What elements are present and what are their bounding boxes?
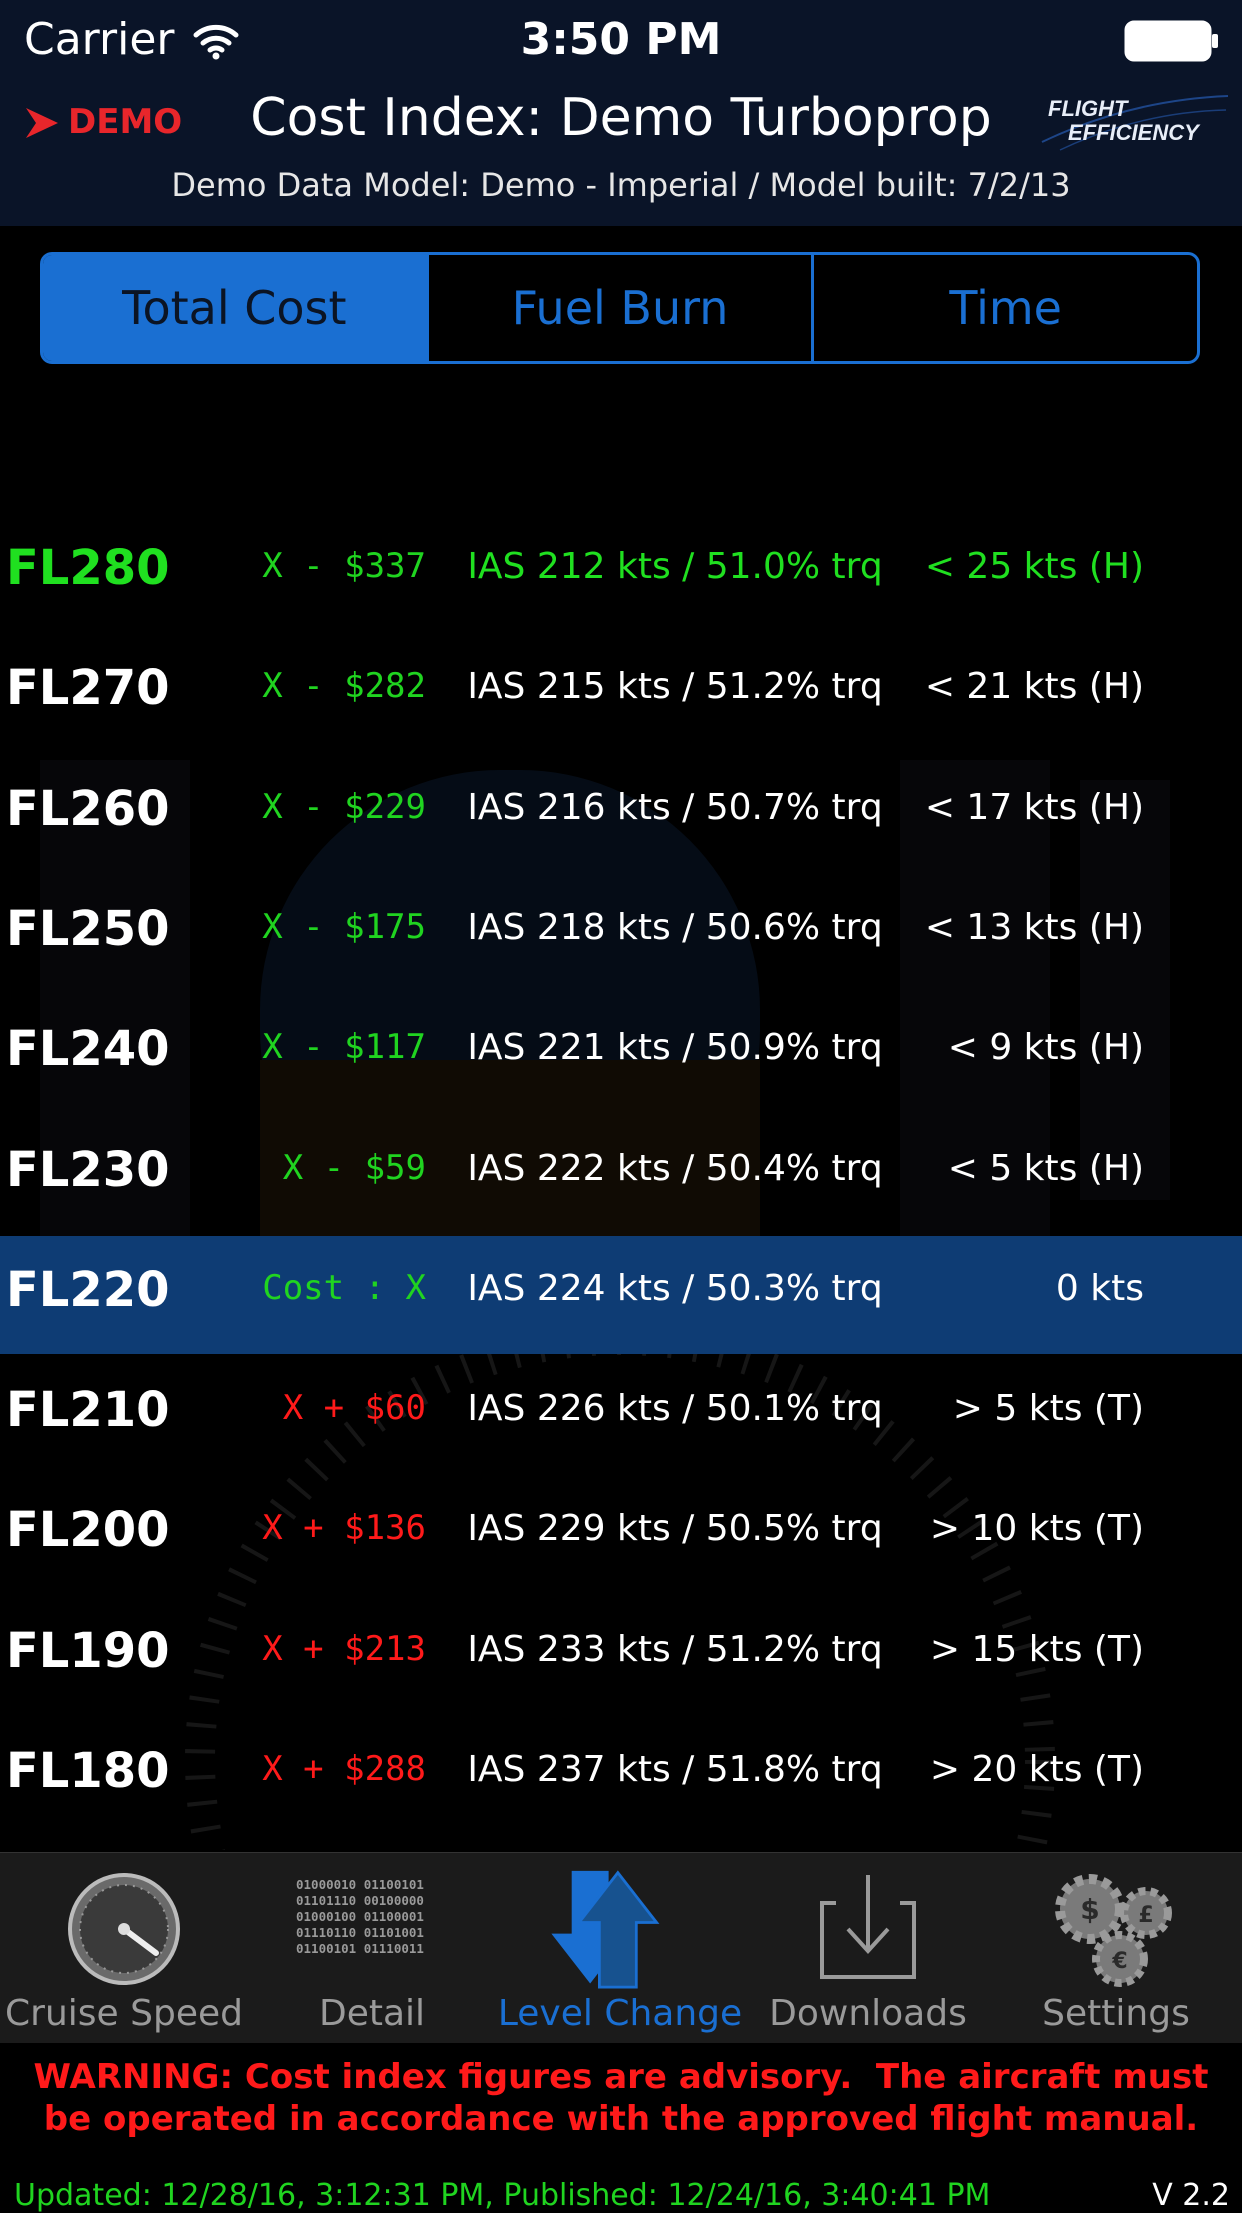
currency-gears-icon: $ £ € xyxy=(1055,1874,1172,1987)
flight-level-label: FL260 xyxy=(6,780,170,837)
cost-delta: X + $60 xyxy=(282,1388,426,1429)
binary-line: 01100101 01110011 xyxy=(296,1941,424,1956)
tab-settings[interactable]: $ £ € Settings xyxy=(992,1853,1240,2043)
wind-breakeven: > 10 kts (T) xyxy=(929,1508,1144,1550)
tab-downloads[interactable]: Downloads xyxy=(744,1853,992,2043)
wind-breakeven: < 21 kts (H) xyxy=(924,666,1144,708)
metric-segmented-control: Total Cost Fuel Burn Time xyxy=(40,252,1200,364)
flight-level-label: FL250 xyxy=(6,900,170,957)
flight-level-row[interactable]: FL280 X - $337 IAS 212 kts / 51.0% trq < 25… xyxy=(0,514,1242,632)
warning-line-2: be operated in accordance with the appro… xyxy=(43,2099,1199,2139)
model-subtitle: Demo Data Model: Demo - Imperial / Model… xyxy=(171,166,1071,204)
svg-text:$: $ xyxy=(1080,1893,1099,1926)
tab-label-detail: Detail xyxy=(318,1993,426,2034)
flight-level-row[interactable]: FL210 X + $60 IAS 226 kts / 50.1% trq > 5 k… xyxy=(0,1356,1242,1474)
download-tray-icon xyxy=(820,1875,916,1979)
flight-level-label: FL230 xyxy=(6,1141,170,1198)
wind-breakeven: < 17 kts (H) xyxy=(924,786,1144,828)
ias-torque: IAS 226 kts / 50.1% trq xyxy=(467,1388,883,1430)
flight-level-row[interactable]: FL220 Cost : X IAS 224 kts / 50.3% trq 0 kt… xyxy=(0,1235,1242,1354)
wind-breakeven: < 5 kts (H) xyxy=(947,1147,1144,1189)
cost-delta: X - $229 xyxy=(262,786,426,827)
wind-breakeven: > 15 kts (T) xyxy=(929,1628,1144,1670)
ias-torque: IAS 221 kts / 50.9% trq xyxy=(467,1027,883,1069)
speed-gauge-icon xyxy=(68,1873,180,1985)
flight-level-row[interactable]: FL240 X - $117 IAS 221 kts / 50.9% trq < 9 … xyxy=(0,995,1242,1113)
cost-delta: Cost : X xyxy=(262,1267,426,1308)
brand-line2: EFFICIENCY xyxy=(1068,120,1199,145)
level-change-arrows-icon xyxy=(551,1870,660,1989)
flight-level-row[interactable]: FL230 X - $59 IAS 222 kts / 50.4% trq < 5 k… xyxy=(0,1116,1242,1234)
ias-torque: IAS 233 kts / 51.2% trq xyxy=(467,1628,883,1670)
cost-delta: X - $282 xyxy=(262,666,426,707)
cost-delta: X - $59 xyxy=(282,1147,426,1188)
ias-torque: IAS 218 kts / 50.6% trq xyxy=(467,906,883,948)
warning-line-1: WARNING: Cost index figures are advisory… xyxy=(33,2057,1209,2097)
svg-text:£: £ xyxy=(1138,1903,1153,1928)
flight-level-label: FL240 xyxy=(6,1021,170,1078)
tab-label-downloads: Downloads xyxy=(769,1993,967,2034)
ias-torque: IAS 229 kts / 50.5% trq xyxy=(467,1508,883,1550)
wind-breakeven: > 5 kts (T) xyxy=(952,1388,1144,1430)
tab-label-cruise-speed: Cruise Speed xyxy=(5,1993,243,2034)
brand-logo: FLIGHT EFFICIENCY xyxy=(1040,92,1230,154)
svg-text:€: € xyxy=(1111,1949,1127,1974)
cost-delta: X + $136 xyxy=(262,1508,426,1549)
flight-level-row[interactable]: FL260 X - $229 IAS 216 kts / 50.7% trq < 17… xyxy=(0,755,1242,873)
cost-delta: X - $337 xyxy=(262,546,426,586)
ias-torque: IAS 212 kts / 51.0% trq xyxy=(467,546,883,587)
wind-breakeven: < 9 kts (H) xyxy=(947,1027,1144,1069)
ias-torque: IAS 222 kts / 50.4% trq xyxy=(467,1147,883,1189)
advisory-warning: WARNING: Cost index figures are advisory… xyxy=(0,2056,1242,2140)
ias-torque: IAS 224 kts / 50.3% trq xyxy=(467,1267,883,1309)
cost-delta: X - $175 xyxy=(262,906,426,947)
segment-fuel-burn[interactable]: Fuel Burn xyxy=(425,255,812,361)
cost-delta: X - $117 xyxy=(262,1027,426,1068)
cost-delta: X + $288 xyxy=(262,1749,426,1789)
tab-detail[interactable]: 01000010 01100101 01101110 00100000 0100… xyxy=(248,1853,496,2043)
flight-level-row[interactable]: FL200 X + $136 IAS 229 kts / 50.5% trq > 10… xyxy=(0,1476,1242,1594)
binary-line: 01000100 01100001 xyxy=(296,1909,424,1924)
binary-data-icon: 01000010 01100101 01101110 00100000 0100… xyxy=(296,1877,456,1997)
binary-line: 01101110 00100000 xyxy=(296,1893,424,1908)
flight-level-label: FL210 xyxy=(6,1382,170,1439)
flight-level-label: FL270 xyxy=(6,660,170,717)
flight-level-label: FL190 xyxy=(6,1622,170,1679)
tab-cruise-speed[interactable]: Cruise Speed xyxy=(0,1853,248,2043)
wind-breakeven: 0 kts xyxy=(1055,1267,1144,1309)
flight-level-row[interactable]: FL250 X - $175 IAS 218 kts / 50.6% trq < 13… xyxy=(0,875,1242,993)
wind-breakeven: > 20 kts (T) xyxy=(929,1749,1144,1790)
cost-delta: X + $213 xyxy=(262,1628,426,1669)
ias-torque: IAS 215 kts / 51.2% trq xyxy=(467,666,883,708)
binary-line: 01000010 01100101 xyxy=(296,1877,424,1892)
wind-breakeven: < 13 kts (H) xyxy=(924,906,1144,948)
brand-line1: FLIGHT xyxy=(1048,96,1128,121)
tab-label-settings: Settings xyxy=(1042,1993,1190,2034)
tab-bar: Cruise Speed 01000010 01100101 01101110 … xyxy=(0,1852,1242,2043)
segment-total-cost[interactable]: Total Cost xyxy=(43,255,426,361)
ias-torque: IAS 216 kts / 50.7% trq xyxy=(467,786,883,828)
tab-label-level-change: Level Change xyxy=(497,1993,743,2034)
flight-level-row[interactable]: FL270 X - $282 IAS 215 kts / 51.2% trq < 21… xyxy=(0,634,1242,752)
flight-level-label: FL220 xyxy=(6,1261,170,1318)
flight-level-label: FL200 xyxy=(6,1502,170,1559)
binary-line: 01110110 01101001 xyxy=(296,1925,424,1940)
wind-breakeven: < 25 kts (H) xyxy=(924,546,1144,587)
battery-icon xyxy=(1124,20,1218,62)
status-time: 3:50 PM xyxy=(520,14,722,65)
flight-level-row[interactable]: FL190 X + $213 IAS 233 kts / 51.2% trq > 15… xyxy=(0,1597,1242,1715)
segment-time[interactable]: Time xyxy=(811,255,1197,361)
flight-level-label: FL280 xyxy=(6,540,170,596)
tab-level-change[interactable]: Level Change xyxy=(496,1853,744,2043)
flight-level-label: FL180 xyxy=(6,1743,170,1799)
flight-level-row[interactable]: FL180 X + $288 IAS 237 kts / 51.8% trq > 20… xyxy=(0,1717,1242,1835)
ias-torque: IAS 237 kts / 51.8% trq xyxy=(467,1749,883,1790)
